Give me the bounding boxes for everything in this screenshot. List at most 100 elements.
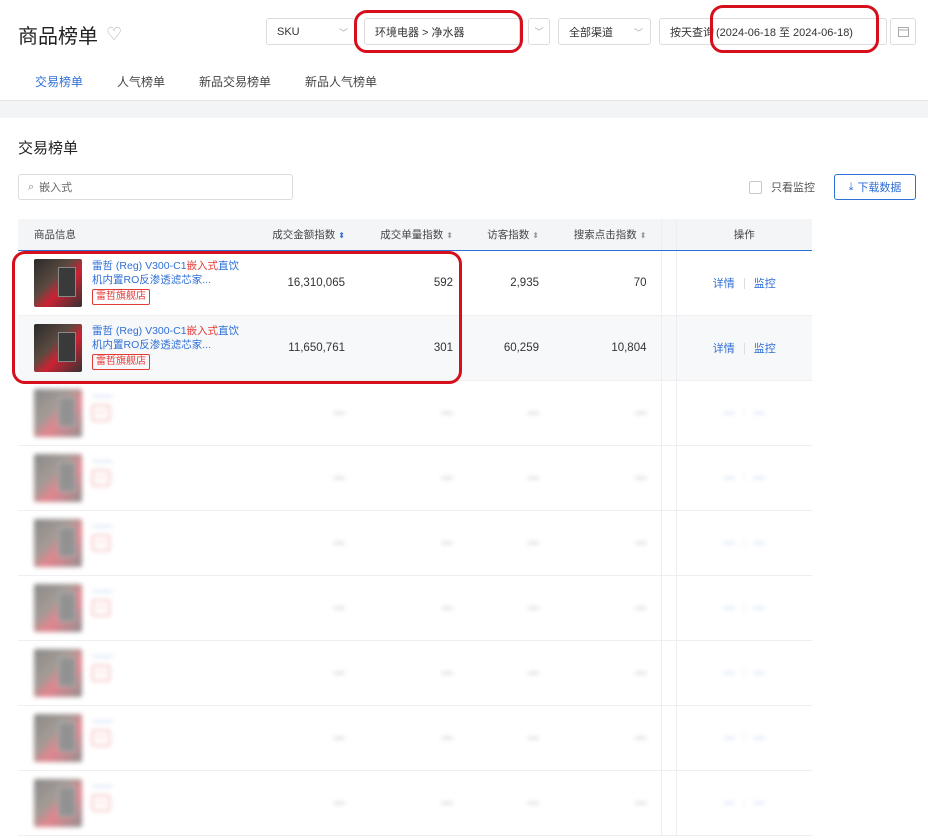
table-row[interactable]: 雷哲 (Reg) V300-C1嵌入式直饮机内置RO反渗透滤芯家... 雷哲旗舰… — [18, 250, 812, 316]
sort-icon[interactable]: ⬍ — [640, 231, 647, 240]
shop-tag[interactable]: — — [92, 404, 110, 421]
sku-select[interactable]: SKU ﹀ — [266, 18, 356, 45]
detail-link[interactable]: — — [724, 667, 735, 679]
monitor-link[interactable]: 监控 — [754, 343, 776, 355]
product-thumbnail[interactable] — [34, 518, 82, 567]
table-row[interactable]: —— — — — — — — — — [18, 575, 812, 641]
col-header-amount[interactable]: 成交金额指数 ⬍ — [252, 219, 359, 251]
sort-icon[interactable]: ⬍ — [532, 231, 539, 240]
detail-link[interactable]: — — [724, 732, 735, 744]
download-data-button[interactable]: ⤓ 下载数据 — [834, 174, 916, 200]
col-separator — [660, 640, 677, 706]
shop-tag[interactable]: — — [92, 729, 110, 746]
detail-link[interactable]: — — [724, 797, 735, 809]
product-name-link[interactable]: —— — [92, 714, 242, 728]
sort-icon[interactable]: ⬍ — [446, 231, 453, 240]
monitor-link[interactable]: — — [754, 602, 765, 614]
table-row[interactable]: —— — — — — — — — — [18, 640, 812, 706]
detail-link[interactable]: 详情 — [713, 278, 735, 290]
search-clicks-index-cell: — — [553, 380, 661, 446]
tab-trade-ranking[interactable]: 交易榜单 — [18, 70, 101, 106]
divider — [743, 731, 745, 743]
product-cell: —— — — [18, 445, 252, 511]
orders-index-cell: — — [359, 445, 467, 511]
product-name-link[interactable]: 雷哲 (Reg) V300-C1嵌入式直饮机内置RO反渗透滤芯家... — [92, 259, 242, 287]
tab-popularity-ranking[interactable]: 人气榜单 — [100, 70, 182, 100]
sort-icon[interactable]: ⬍ — [338, 231, 345, 240]
product-name-link[interactable]: —— — [92, 649, 242, 663]
tab-new-popularity-ranking[interactable]: 新品人气榜单 — [288, 70, 394, 100]
orders-index-cell: 301 — [359, 315, 467, 381]
product-name-link[interactable]: —— — [92, 519, 242, 533]
product-thumbnail[interactable] — [34, 583, 82, 632]
detail-link[interactable]: — — [724, 472, 735, 484]
shop-tag[interactable]: 雷哲旗舰店 — [92, 353, 150, 370]
amount-index-cell: — — [252, 380, 359, 446]
favorite-heart-icon[interactable]: ♡ — [106, 24, 122, 45]
search-clicks-index-cell: — — [553, 640, 661, 706]
product-name-link[interactable]: —— — [92, 454, 242, 468]
divider — [743, 796, 745, 808]
monitor-link[interactable]: 监控 — [754, 278, 776, 290]
table-row[interactable]: 雷哲 (Reg) V300-C1嵌入式直饮机内置RO反渗透滤芯家... 雷哲旗舰… — [18, 315, 812, 381]
monitor-link[interactable]: — — [754, 407, 765, 419]
detail-link[interactable]: — — [724, 537, 735, 549]
tab-new-trade-ranking[interactable]: 新品交易榜单 — [182, 70, 288, 100]
table-row[interactable]: —— — — — — — — — — [18, 510, 812, 576]
table-row[interactable]: —— — — — — — — — — [18, 445, 812, 511]
date-range-picker[interactable]: 按天查询 (2024-06-18 至 2024-06-18) — [659, 18, 887, 45]
col-header-visitors[interactable]: 访客指数 ⬍ — [467, 219, 553, 251]
shop-tag[interactable]: — — [92, 469, 110, 486]
monitor-link[interactable]: — — [754, 537, 765, 549]
shop-tag[interactable]: — — [92, 664, 110, 681]
product-thumbnail[interactable] — [34, 648, 82, 697]
detail-link[interactable]: 详情 — [713, 343, 735, 355]
shop-tag[interactable]: 雷哲旗舰店 — [92, 288, 150, 305]
monitor-link[interactable]: — — [754, 732, 765, 744]
sku-select-value: SKU — [277, 25, 300, 38]
search-input[interactable]: ⌕ 嵌入式 — [18, 174, 293, 200]
search-icon: ⌕ — [28, 180, 35, 193]
shop-tag[interactable]: — — [92, 599, 110, 616]
orders-index-cell: — — [359, 640, 467, 706]
chevron-down-icon: ﹀ — [633, 28, 643, 38]
product-name-link[interactable]: —— — [92, 779, 242, 793]
shop-tag[interactable]: — — [92, 534, 110, 551]
product-name-link[interactable]: 雷哲 (Reg) V300-C1嵌入式直饮机内置RO反渗透滤芯家... — [92, 324, 242, 352]
date-range-value: (2024-06-18 至 2024-06-18) — [716, 26, 853, 39]
actions-cell: — — — [676, 640, 812, 706]
col-header-orders[interactable]: 成交单量指数 ⬍ — [359, 219, 467, 251]
monitor-link[interactable]: — — [754, 797, 765, 809]
only-monitor-checkbox[interactable]: 只看监控 — [749, 179, 815, 195]
product-thumbnail[interactable] — [34, 323, 82, 372]
monitor-link[interactable]: — — [754, 472, 765, 484]
visitors-index-cell: 60,259 — [467, 315, 553, 381]
product-thumbnail[interactable] — [34, 778, 82, 827]
channel-select[interactable]: 全部渠道 ﹀ — [558, 18, 651, 45]
detail-link[interactable]: — — [724, 407, 735, 419]
category-select[interactable]: 环境电器 > 净水器 — [364, 18, 520, 45]
divider — [743, 342, 745, 354]
table-row[interactable]: —— — — — — — — — — [18, 705, 812, 771]
product-thumbnail[interactable] — [34, 388, 82, 437]
checkbox-box[interactable] — [749, 180, 762, 194]
shop-tag[interactable]: — — [92, 794, 110, 811]
monitor-link[interactable]: — — [754, 667, 765, 679]
orders-index-cell: 592 — [359, 250, 467, 316]
product-thumbnail[interactable] — [34, 713, 82, 762]
calendar-button[interactable] — [890, 18, 916, 45]
product-thumbnail[interactable] — [34, 453, 82, 502]
visitors-index-cell: — — [467, 380, 553, 446]
table-row[interactable]: —— — — — — — — — — [18, 770, 812, 836]
col-header-search-clicks[interactable]: 搜索点击指数 ⬍ — [553, 219, 661, 251]
table-row[interactable]: —— — — — — — — — — [18, 380, 812, 446]
product-thumbnail[interactable] — [34, 258, 82, 307]
product-name-link[interactable]: —— — [92, 584, 242, 598]
page-title: 商品榜单 ♡ — [18, 20, 122, 49]
actions-cell: — — — [676, 445, 812, 511]
detail-link[interactable]: — — [724, 602, 735, 614]
ranking-table: 商品信息 成交金额指数 ⬍ 成交单量指数 ⬍ 访客指数 ⬍ 搜索点击指数 ⬍ 操作 雷哲… — [18, 219, 812, 836]
product-name-link[interactable]: —— — [92, 389, 242, 403]
category-dropdown-toggle[interactable]: ﹀ — [528, 18, 550, 45]
chevron-down-icon: ﹀ — [338, 28, 348, 38]
